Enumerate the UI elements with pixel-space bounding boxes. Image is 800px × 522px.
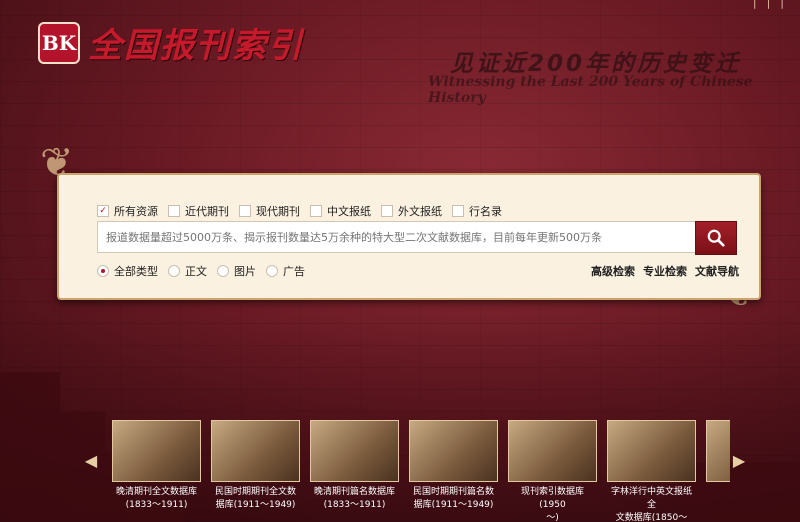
type-images[interactable]: 图片: [217, 263, 256, 279]
category-foreign-newspapers[interactable]: 外文报纸: [381, 203, 442, 219]
carousel-item[interactable]: 民国时期期刊篇名数 据库(1911～1949): [409, 420, 498, 522]
thumbnail-image[interactable]: [112, 420, 201, 482]
carousel-item[interactable]: 晚清期刊篇名数据库 (1833～1911): [310, 420, 399, 522]
carousel-items: 晚清期刊全文数据库 (1833～1911) 民国时期期刊全文数 据库(1911～19…: [112, 420, 730, 522]
carousel-item[interactable]: 字林洋行中英文报纸全 文数据库(1850～: [607, 420, 696, 522]
radio-icon[interactable]: [97, 265, 109, 277]
resource-categories: ✓ 所有资源 近代期刊 现代期刊 中文报纸 外文报纸 行名录: [97, 203, 502, 219]
advanced-search-link[interactable]: 高级检索: [591, 263, 635, 279]
chevron-left-icon: ◀: [84, 450, 98, 470]
type-all[interactable]: 全部类型: [97, 263, 158, 279]
database-carousel: 晚清期刊全文数据库 (1833～1911) 民国时期期刊全文数 据库(1911～19…: [112, 420, 730, 522]
chevron-right-icon: ▶: [732, 450, 746, 470]
topbar-sep-2: |: [766, 0, 771, 9]
logo-mark: BK: [38, 21, 80, 64]
category-chinese-newspapers[interactable]: 中文报纸: [310, 203, 371, 219]
thumbnail-image[interactable]: [706, 420, 730, 482]
thumbnail-image[interactable]: [607, 420, 696, 482]
search-links: 高级检索 专业检索 文献导航: [591, 263, 739, 279]
search-icon: [707, 229, 725, 247]
search-panel: ✓所有资源 近代期刊 现代期刊 中文报纸 外文报纸 行名录 全部类型 正文 图片…: [57, 173, 761, 300]
site-title: 全国报刊索引: [88, 26, 304, 66]
search-input[interactable]: [97, 221, 695, 253]
thumbnail-image[interactable]: [211, 420, 300, 482]
checkbox-icon[interactable]: [310, 205, 322, 217]
slogan-chinese: 见证近200年的历史变迁: [450, 51, 742, 77]
category-modern-periodicals[interactable]: 近代期刊: [168, 203, 229, 219]
carousel-item[interactable]: 晚清: [706, 420, 730, 522]
expert-search-link[interactable]: 专业检索: [643, 263, 687, 279]
literature-navigation-link[interactable]: 文献导航: [695, 263, 739, 279]
category-contemporary-periodicals[interactable]: 现代期刊: [239, 203, 300, 219]
carousel-item[interactable]: 民国时期期刊全文数 据库(1911～1949): [211, 420, 300, 522]
thumbnail-image[interactable]: [409, 420, 498, 482]
category-all[interactable]: ✓ 所有资源: [97, 203, 158, 219]
topbar-sep-3: |: [780, 0, 784, 9]
carousel-next-button[interactable]: ▶: [732, 450, 746, 470]
checkbox-icon[interactable]: [452, 205, 464, 217]
carousel-item[interactable]: 现刊索引数据库(1950 ～): [508, 420, 597, 522]
radio-icon[interactable]: [217, 265, 229, 277]
search-button[interactable]: [695, 221, 737, 255]
radio-icon[interactable]: [168, 265, 180, 277]
slogan-english: Witnessing the Last 200 Years of Chinese…: [428, 74, 753, 106]
top-utility-bar: | | |: [753, 0, 784, 9]
site-logo[interactable]: BK 全国报刊索引: [38, 18, 304, 67]
type-ads[interactable]: 广告: [266, 263, 305, 279]
thumbnail-image[interactable]: [508, 420, 597, 482]
carousel-item[interactable]: 晚清期刊全文数据库 (1833～1911): [112, 420, 201, 522]
topbar-sep-1: |: [752, 0, 757, 9]
radio-icon[interactable]: [266, 265, 278, 277]
carousel-prev-button[interactable]: ◀: [84, 450, 98, 470]
checkbox-icon[interactable]: [381, 205, 393, 217]
checkbox-icon[interactable]: ✓: [97, 205, 109, 217]
category-directories[interactable]: 行名录: [452, 203, 502, 219]
type-text[interactable]: 正文: [168, 263, 207, 279]
thumbnail-image[interactable]: [310, 420, 399, 482]
checkbox-icon[interactable]: [168, 205, 180, 217]
content-types: 全部类型 正文 图片 广告: [97, 263, 305, 279]
search-bar: [97, 221, 737, 255]
checkbox-icon[interactable]: [239, 205, 251, 217]
